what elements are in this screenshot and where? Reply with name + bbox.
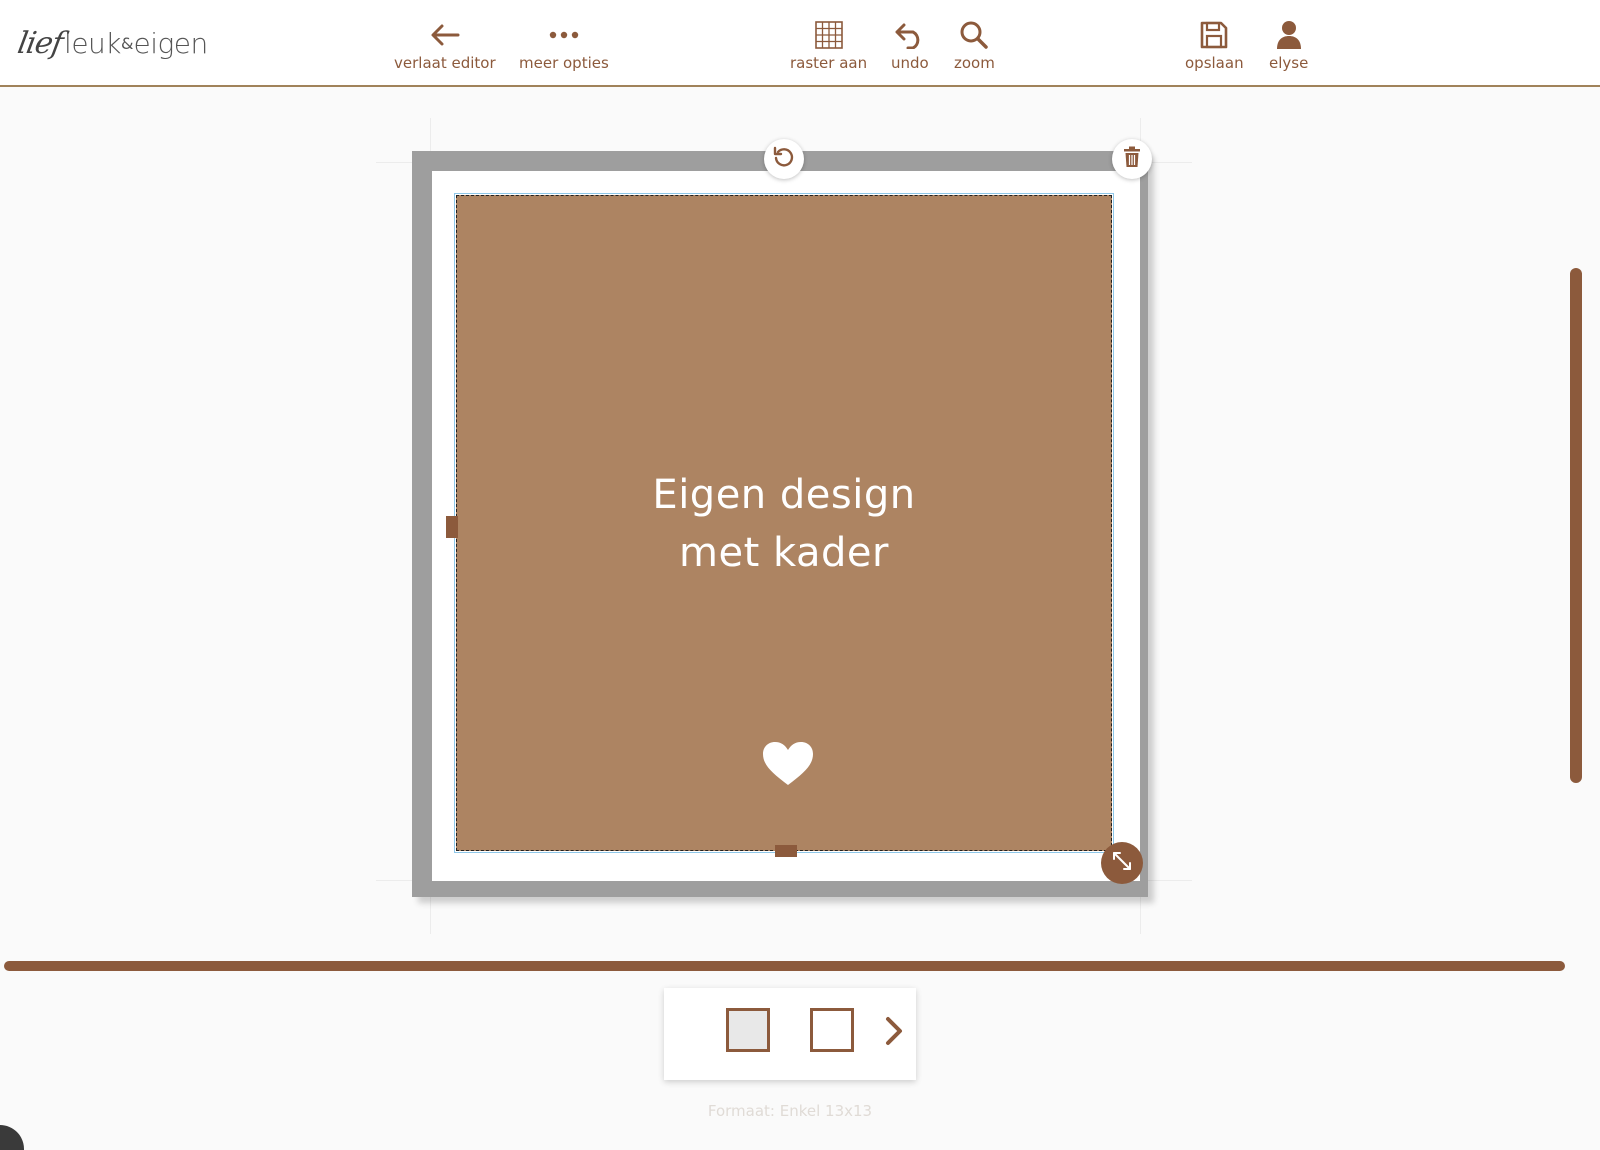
undo-icon	[894, 18, 926, 52]
more-dots-icon	[549, 18, 579, 52]
design-text[interactable]: Eigen design met kader	[457, 466, 1111, 582]
save-label: opslaan	[1185, 54, 1244, 72]
grid-icon	[814, 18, 844, 52]
user-icon	[1275, 18, 1303, 52]
zoom-label: zoom	[954, 54, 995, 72]
user-account-button[interactable]: elyse	[1269, 18, 1308, 72]
brand-logo[interactable]: lief leuk & eigen	[14, 8, 228, 78]
logo-script: lief	[14, 25, 66, 61]
grid-toggle-button[interactable]: raster aan	[790, 18, 867, 72]
rotate-icon	[773, 146, 795, 172]
undo-label: undo	[891, 54, 929, 72]
expand-diagonal-icon	[1111, 850, 1133, 876]
save-button[interactable]: opslaan	[1185, 18, 1244, 72]
design-area[interactable]: Eigen design met kader	[454, 193, 1114, 853]
save-icon	[1199, 18, 1229, 52]
design-text-line-1: Eigen design	[652, 472, 916, 518]
format-label: Formaat: Enkel 13x13	[707, 1102, 873, 1120]
resize-handle-left[interactable]	[446, 516, 458, 538]
leave-editor-button[interactable]: verlaat editor	[394, 18, 496, 72]
top-toolbar: lief leuk & eigen verlaat editor meer op…	[0, 0, 1600, 87]
window-corner	[0, 1125, 24, 1150]
logo-amp: &	[121, 33, 134, 53]
design-text-line-2: met kader	[679, 530, 889, 576]
vertical-scrollbar[interactable]	[1570, 268, 1582, 783]
more-options-label: meer opties	[519, 54, 609, 72]
leave-editor-label: verlaat editor	[394, 54, 496, 72]
search-icon	[959, 18, 989, 52]
page-thumbnail-1[interactable]	[726, 1008, 770, 1052]
arrow-left-icon	[429, 18, 461, 52]
zoom-button[interactable]: zoom	[954, 18, 995, 72]
logo-brand: leuk	[64, 26, 122, 60]
resize-handle-bottom[interactable]	[775, 845, 797, 857]
rotate-button[interactable]	[764, 139, 804, 179]
resize-button[interactable]	[1101, 842, 1143, 884]
undo-button[interactable]: undo	[891, 18, 929, 72]
more-options-button[interactable]: meer opties	[519, 18, 609, 72]
user-label: elyse	[1269, 54, 1309, 72]
page-selector-panel	[664, 988, 916, 1080]
horizontal-scrollbar[interactable]	[4, 961, 1565, 971]
grid-toggle-label: raster aan	[790, 54, 868, 72]
logo-brand-2: eigen	[133, 26, 209, 60]
page-thumbnail-2[interactable]	[810, 1008, 854, 1052]
trash-icon	[1122, 146, 1142, 172]
heart-icon[interactable]	[762, 741, 814, 791]
chevron-right-icon[interactable]	[884, 1016, 904, 1050]
delete-button[interactable]	[1112, 139, 1152, 179]
